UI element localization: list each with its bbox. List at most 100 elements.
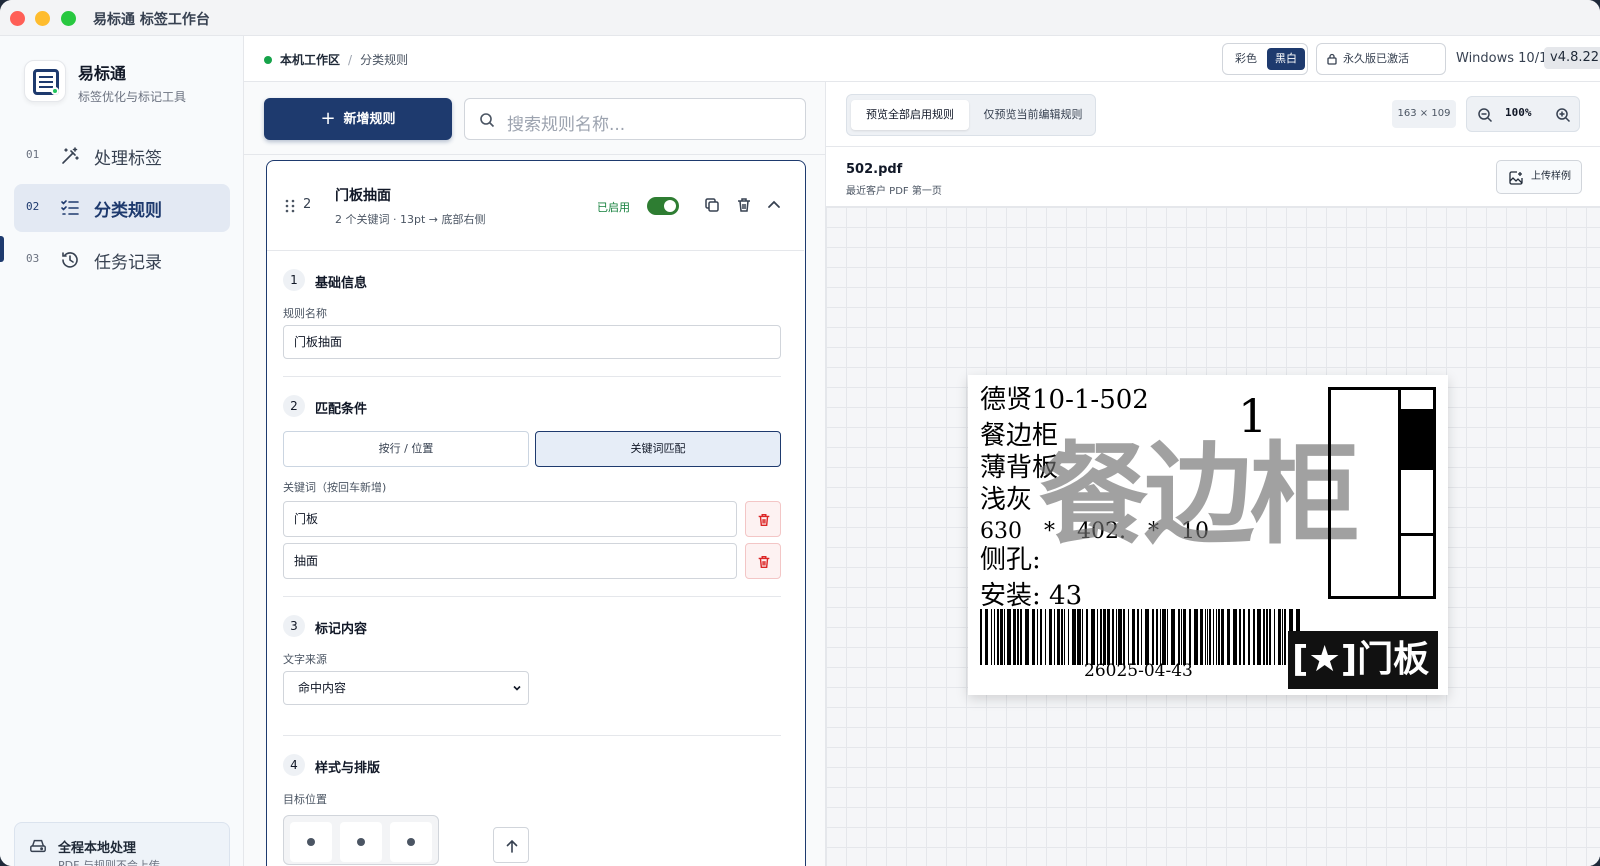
- barcode-bar: [1013, 609, 1016, 665]
- barcode-bar: [1200, 609, 1203, 665]
- barcode-bar: [1086, 609, 1088, 665]
- nav-item-process-labels[interactable]: 01 处理标签: [14, 132, 230, 180]
- app-window: 易标通 标签工作台 易标通 标签优化与标记工具 01 处理标签 02 分类规则 …: [0, 0, 1600, 866]
- barcode-bar: [1007, 609, 1011, 665]
- upload-label: 上传样例: [1531, 171, 1571, 182]
- text-source-select[interactable]: 命中内容: [283, 671, 529, 705]
- section-title-mark-content: 标记内容: [315, 622, 368, 637]
- nav-item-task-history[interactable]: 03 任务记录: [14, 236, 230, 284]
- divider: [244, 154, 826, 155]
- barcode-bar: [985, 609, 988, 665]
- move-up-button[interactable]: [493, 827, 529, 863]
- app-name: 易标通: [78, 64, 127, 83]
- tab-preview-current[interactable]: 仅预览当前编辑规则: [973, 100, 1093, 130]
- enabled-status: 已启用: [597, 201, 630, 214]
- nav-number: 03: [26, 252, 40, 265]
- section-title-basic-info: 基础信息: [315, 276, 368, 291]
- keyword-input[interactable]: 门板: [283, 501, 737, 537]
- bw-mode-button[interactable]: 黑白: [1267, 48, 1305, 70]
- barcode-bar: [1141, 609, 1142, 665]
- barcode-bar: [1181, 609, 1182, 665]
- trash-icon: [758, 555, 770, 569]
- barcode-bar: [1017, 609, 1019, 665]
- zoom-out-icon[interactable]: [1477, 107, 1493, 123]
- rule-index: 2: [303, 197, 312, 212]
- keyword-input[interactable]: 抽面: [283, 543, 737, 579]
- status-dot: [264, 56, 272, 64]
- license-badge[interactable]: 永久版已激活: [1316, 43, 1446, 75]
- barcode-bar: [1263, 609, 1265, 665]
- zoom-level: 100%: [1505, 106, 1532, 119]
- barcode-bar: [1156, 609, 1158, 665]
- barcode-bar: [1077, 609, 1081, 665]
- position-cell[interactable]: [390, 822, 432, 862]
- barcode-bar: [1025, 609, 1029, 665]
- barcode-bar: [980, 609, 982, 665]
- add-rule-button[interactable]: + 新增规则: [264, 98, 452, 140]
- tab-keyword-match[interactable]: 关键词匹配: [535, 431, 781, 467]
- trash-icon[interactable]: [735, 196, 753, 214]
- barcode-bar: [1282, 609, 1283, 665]
- color-mode-toggle: 彩色 黑白: [1222, 43, 1308, 75]
- rule-search-input[interactable]: 搜索规则名称...: [464, 98, 806, 140]
- delete-keyword-button[interactable]: [745, 501, 781, 537]
- breadcrumb-home[interactable]: 本机工作区: [280, 53, 340, 67]
- copy-icon[interactable]: [703, 196, 721, 214]
- tab-position-match[interactable]: 按行 / 位置: [283, 431, 529, 467]
- section-number: 2: [283, 395, 305, 417]
- layout-diagram-line: [1401, 533, 1433, 536]
- section-number: 1: [283, 269, 305, 291]
- close-window-button[interactable]: [10, 11, 25, 26]
- barcode-bar: [1057, 609, 1060, 665]
- divider: [826, 146, 1600, 147]
- position-cell[interactable]: [290, 822, 332, 862]
- section-title-match-conditions: 匹配条件: [315, 402, 368, 417]
- nav-number: 02: [26, 200, 40, 213]
- rule-summary: 2 个关键词 · 13pt → 底部右侧: [335, 213, 486, 226]
- barcode-bar: [1162, 609, 1166, 665]
- barcode-bar: [1189, 609, 1191, 665]
- target-position-label: 目标位置: [283, 793, 327, 806]
- nav-item-classification-rules[interactable]: 02 分类规则: [14, 184, 230, 232]
- barcode-bar: [1054, 609, 1055, 665]
- magic-wand-icon: [62, 147, 79, 164]
- barcode-bar: [1194, 609, 1198, 665]
- barcode-bar: [1045, 609, 1046, 665]
- rule-enabled-toggle[interactable]: [647, 197, 679, 215]
- rule-card: 2 门板抽面 2 个关键词 · 13pt → 底部右侧 已启用 1 基础信息 规…: [266, 160, 806, 866]
- barcode-bar: [1004, 609, 1005, 665]
- barcode-bar: [994, 609, 995, 665]
- breadcrumb-separator: /: [348, 53, 353, 67]
- color-mode-button[interactable]: 彩色: [1227, 48, 1265, 70]
- add-rule-label: 新增规则: [343, 112, 396, 127]
- lock-icon: [1327, 53, 1337, 65]
- maximize-window-button[interactable]: [61, 11, 76, 26]
- rule-name: 门板抽面: [335, 188, 391, 204]
- barcode-bar: [1032, 609, 1035, 665]
- label-line: 安装: 43: [980, 581, 1083, 611]
- tab-preview-all[interactable]: 预览全部启用规则: [851, 100, 969, 130]
- barcode-bar: [1103, 609, 1106, 665]
- sidebar: 易标通 标签优化与标记工具 01 处理标签 02 分类规则 03 任务记录 全程…: [0, 36, 244, 866]
- local-processing-notice: 全程本地处理 PDF 与规则不会上传: [14, 822, 230, 866]
- chevron-down-icon: [513, 685, 521, 691]
- zoom-in-icon[interactable]: [1555, 107, 1571, 123]
- upload-sample-button[interactable]: 上传样例: [1496, 160, 1582, 194]
- barcode-bar: [1253, 609, 1255, 665]
- checklist-icon: [61, 200, 79, 215]
- arrow-up-icon: [506, 839, 518, 853]
- chevron-up-icon[interactable]: [765, 196, 783, 214]
- minimize-window-button[interactable]: [35, 11, 50, 26]
- section-title-style-layout: 样式与排版: [315, 761, 381, 776]
- rule-card-header[interactable]: 2 门板抽面 2 个关键词 · 13pt → 底部右侧 已启用: [267, 161, 804, 251]
- barcode-number: 26025-04-43: [1084, 661, 1193, 681]
- drag-handle-icon[interactable]: [285, 199, 295, 213]
- rule-name-input[interactable]: 门板抽面: [283, 325, 781, 359]
- barcode-bar: [1171, 609, 1175, 665]
- position-cell[interactable]: [340, 822, 382, 862]
- barcode-bar: [1248, 609, 1250, 665]
- preview-canvas: 德贤10-1-502 餐边柜 薄背板 浅灰 630 * 402. * 10 侧孔…: [826, 206, 1600, 866]
- barcode: [980, 609, 1300, 665]
- delete-keyword-button[interactable]: [745, 543, 781, 579]
- barcode-bar: [1216, 609, 1217, 665]
